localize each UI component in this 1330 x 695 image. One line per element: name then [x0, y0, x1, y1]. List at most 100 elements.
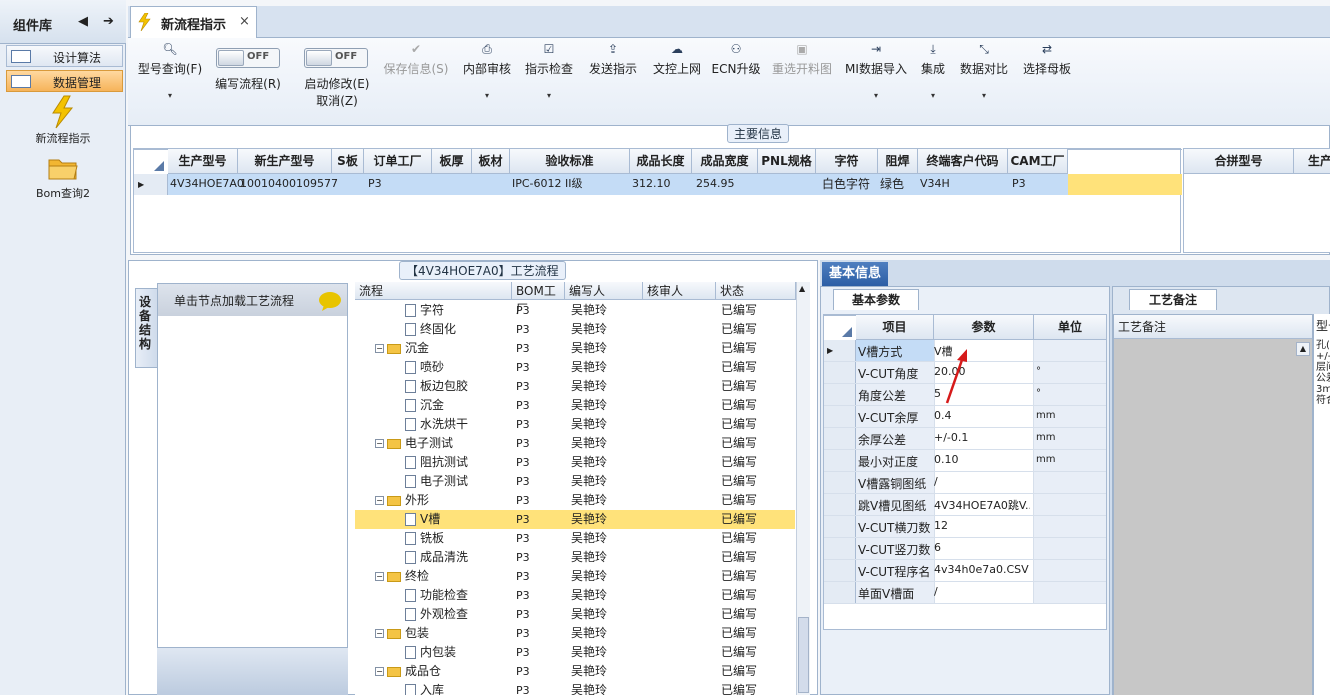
col-header[interactable]: 编写人	[565, 282, 643, 300]
col-header[interactable]: 参数	[934, 315, 1034, 340]
collapse-icon[interactable]: −	[375, 344, 384, 353]
collapse-icon[interactable]: −	[375, 496, 384, 505]
tree-node[interactable]: − 外形	[375, 491, 429, 510]
collapse-left-icon[interactable]: ◀	[78, 14, 88, 29]
tree-node[interactable]: 电子测试	[405, 472, 468, 491]
integration-button[interactable]: ⤓ 集成 ▾	[916, 38, 950, 126]
tree-row[interactable]: 功能检查 P3 吴艳玲 已编写	[355, 586, 795, 605]
tree-node[interactable]: 铣板	[405, 529, 444, 548]
col-header[interactable]: 订单工厂	[364, 149, 432, 174]
col-header[interactable]: 终端客户代码	[918, 149, 1008, 174]
write-flow-switch[interactable]: OFF	[216, 48, 280, 68]
tree-row[interactable]: − 终检 P3 吴艳玲 已编写	[355, 567, 795, 586]
tree-node[interactable]: 终固化	[405, 320, 456, 339]
param-row[interactable]: 余厚公差 +/-0.1 mm	[824, 428, 1106, 450]
col-header[interactable]: 状态	[716, 282, 796, 300]
chevron-down-icon[interactable]: ▾	[916, 91, 950, 100]
tree-row[interactable]: − 电子测试 P3 吴艳玲 已编写	[355, 434, 795, 453]
tree-row[interactable]: 板边包胶 P3 吴艳玲 已编写	[355, 377, 795, 396]
new-flow-shortcut[interactable]	[42, 95, 82, 129]
tree-node[interactable]: 成品清洗	[405, 548, 468, 567]
tab-new-flow[interactable]: 新流程指示 ×	[130, 6, 257, 39]
reselect-cut-drawing-button[interactable]: ▣ 重选开料图	[768, 38, 836, 126]
col-header[interactable]: 板厚	[432, 149, 472, 174]
tree-row[interactable]: 字符 P3 吴艳玲 已编写	[355, 301, 795, 320]
tree-node[interactable]: − 包装	[375, 624, 429, 643]
model-query-button[interactable]: 🔍︎ 型号查询(F) ▾	[134, 38, 206, 126]
scroll-up-icon[interactable]: ▲	[1296, 342, 1310, 356]
tree-row[interactable]: − 沉金 P3 吴艳玲 已编写	[355, 339, 795, 358]
param-row[interactable]: V槽露铜图纸 /	[824, 472, 1106, 494]
tree-node[interactable]: V槽	[405, 510, 440, 529]
param-row[interactable]: V-CUT余厚 0.4 mm	[824, 406, 1106, 428]
tree-row[interactable]: − 包装 P3 吴艳玲 已编写	[355, 624, 795, 643]
write-flow-toggle[interactable]: OFF 编写流程(R)	[210, 38, 286, 126]
col-header[interactable]: 板材	[472, 149, 510, 174]
tree-node[interactable]: − 终检	[375, 567, 429, 586]
new-flow-shortcut-label[interactable]: 新流程指示	[8, 130, 118, 146]
bom-query-shortcut[interactable]	[47, 155, 79, 181]
param-row[interactable]: 单面V槽面 /	[824, 582, 1106, 604]
col-header[interactable]: 字符	[816, 149, 878, 174]
tree-row[interactable]: 铣板 P3 吴艳玲 已编写	[355, 529, 795, 548]
tree-node[interactable]: 板边包胶	[405, 377, 468, 396]
col-header[interactable]: BOM工厂	[512, 282, 565, 316]
tree-row[interactable]: 电子测试 P3 吴艳玲 已编写	[355, 472, 795, 491]
col-header[interactable]: 核审人	[643, 282, 716, 300]
scroll-up-icon[interactable]: ▲	[799, 284, 805, 293]
col-header[interactable]: 新生产型号	[238, 149, 332, 174]
tree-row[interactable]: − 成品仓 P3 吴艳玲 已编写	[355, 662, 795, 681]
tree-row[interactable]: 内包装 P3 吴艳玲 已编写	[355, 643, 795, 662]
send-instruction-button[interactable]: ⇪ 发送指示	[586, 38, 640, 126]
scroll-thumb[interactable]	[798, 617, 809, 693]
collapse-icon[interactable]: −	[375, 629, 384, 638]
param-row[interactable]: 最小对正度 0.10 mm	[824, 450, 1106, 472]
tree-node[interactable]: 外观检查	[405, 605, 468, 624]
chevron-down-icon[interactable]: ▾	[958, 91, 1010, 100]
tree-node[interactable]: 内包装	[405, 643, 456, 662]
col-header[interactable]: 单位	[1034, 315, 1106, 340]
tab-process-remarks[interactable]: 工艺备注	[1129, 289, 1217, 310]
col-header[interactable]: 型号	[1316, 317, 1330, 334]
collapse-icon[interactable]: −	[375, 667, 384, 676]
cancel-modify-label[interactable]: 取消(Z)	[294, 92, 380, 109]
collapse-icon[interactable]: −	[375, 572, 384, 581]
param-row[interactable]: 跳V槽见图纸 4V34HOE7A0跳V...	[824, 494, 1106, 516]
chevron-down-icon[interactable]: ▾	[460, 91, 514, 100]
ecn-upgrade-button[interactable]: ⚇ ECN升级	[710, 38, 762, 126]
param-row[interactable]: V-CUT程序名 4v34h0e7a0.CSV	[824, 560, 1106, 582]
start-modify-switch[interactable]: OFF	[304, 48, 368, 68]
nav-item-design-algorithm[interactable]: 设计算法	[6, 45, 123, 67]
mi-import-button[interactable]: ⇥ MI数据导入 ▾	[842, 38, 910, 126]
start-modify-toggle[interactable]: OFF 启动修改(E) 取消(Z)	[294, 38, 380, 126]
tree-row[interactable]: − 外形 P3 吴艳玲 已编写	[355, 491, 795, 510]
col-header[interactable]: CAM工厂	[1008, 149, 1068, 174]
tree-node[interactable]: 字符	[405, 301, 444, 320]
col-header[interactable]: 阻焊	[878, 149, 918, 174]
close-icon[interactable]: ×	[239, 14, 250, 29]
col-header[interactable]: 生产型号	[168, 149, 238, 174]
select-mother-board-button[interactable]: ⇄ 选择母板	[1020, 38, 1074, 126]
tree-row[interactable]: 成品清洗 P3 吴艳玲 已编写	[355, 548, 795, 567]
tree-node[interactable]: 功能检查	[405, 586, 468, 605]
param-row[interactable]: V-CUT横刀数 12	[824, 516, 1106, 538]
tree-node[interactable]: − 电子测试	[375, 434, 453, 453]
col-header[interactable]: 验收标准	[510, 149, 630, 174]
col-header[interactable]: 工艺备注	[1114, 315, 1312, 339]
col-header[interactable]: 流程	[355, 282, 512, 300]
tree-row[interactable]: 水洗烘干 P3 吴艳玲 已编写	[355, 415, 795, 434]
tree-row[interactable]: V槽 P3 吴艳玲 已编写	[355, 510, 795, 529]
col-header[interactable]: 成品长度	[630, 149, 692, 174]
tree-row[interactable]: 入库 P3 吴艳玲 已编写	[355, 681, 795, 695]
tree-row[interactable]: 外观检查 P3 吴艳玲 已编写	[355, 605, 795, 624]
instruction-check-button[interactable]: ☑ 指示检查 ▾	[522, 38, 576, 126]
col-header[interactable]: PNL规格	[758, 149, 816, 174]
data-compare-button[interactable]: ⤡ 数据对比 ▾	[958, 38, 1010, 126]
col-header[interactable]: 项目	[856, 315, 934, 340]
tree-row[interactable]: 沉金 P3 吴艳玲 已编写	[355, 396, 795, 415]
tree-node[interactable]: 沉金	[405, 396, 444, 415]
col-header[interactable]: 生产	[1294, 149, 1330, 174]
col-header[interactable]: 成品宽度	[692, 149, 758, 174]
bom-query-shortcut-label[interactable]: Bom查询2	[8, 185, 118, 201]
save-info-button[interactable]: ✔ 保存信息(S)	[380, 38, 452, 126]
